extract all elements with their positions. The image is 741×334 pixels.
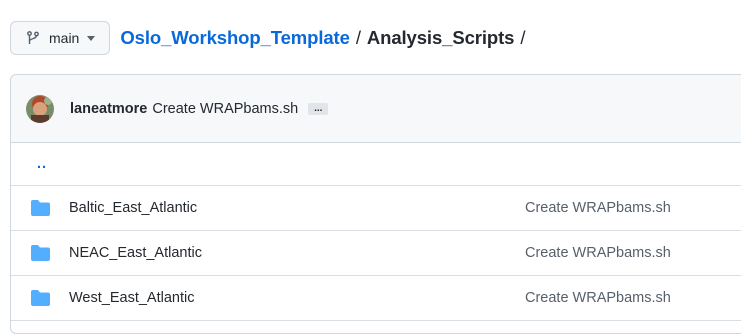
parent-directory-row[interactable]: .. xyxy=(11,143,741,186)
git-branch-icon xyxy=(25,30,41,46)
commit-message-link[interactable]: Create WRAPbams.sh xyxy=(152,101,298,117)
table-row: NEAC_East_Atlantic Create WRAPbams.sh xyxy=(11,231,741,276)
breadcrumb-current-directory: Analysis_Scripts xyxy=(366,27,515,48)
parent-directory-link[interactable]: .. xyxy=(37,156,47,172)
folder-icon xyxy=(31,290,50,306)
commit-author-link[interactable]: laneatmore xyxy=(70,101,147,117)
table-row: Baltic_East_Atlantic Create WRAPbams.sh xyxy=(11,186,741,231)
commit-message-link[interactable]: Create WRAPbams.sh xyxy=(525,200,671,216)
caret-down-icon xyxy=(87,34,96,42)
commit-message-link[interactable]: Create WRAPbams.sh xyxy=(525,245,671,261)
directory-link[interactable]: NEAC_East_Atlantic xyxy=(69,245,202,261)
breadcrumb-separator: / xyxy=(355,27,361,48)
folder-icon xyxy=(31,200,50,216)
commit-ellipsis-button[interactable]: ... xyxy=(308,102,329,115)
breadcrumb-repo-link[interactable]: Oslo_Workshop_Template xyxy=(120,27,350,49)
directory-link[interactable]: Baltic_East_Atlantic xyxy=(69,200,197,216)
breadcrumb: Oslo_Workshop_Template / Analysis_Script… xyxy=(120,27,531,49)
folder-icon xyxy=(31,245,50,261)
avatar[interactable] xyxy=(26,94,54,123)
branch-select-button[interactable]: main xyxy=(10,21,111,55)
directory-link[interactable]: West_East_Atlantic xyxy=(69,290,194,306)
table-row: West_East_Atlantic Create WRAPbams.sh xyxy=(11,276,741,321)
file-browser: laneatmore Create WRAPbams.sh ... .. Bal… xyxy=(10,74,741,334)
top-bar: main Oslo_Workshop_Template / Analysis_S… xyxy=(10,19,531,57)
latest-commit-bar: laneatmore Create WRAPbams.sh ... xyxy=(11,75,741,143)
branch-label: main xyxy=(49,30,80,46)
breadcrumb-separator: / xyxy=(520,27,526,48)
commit-message-link[interactable]: Create WRAPbams.sh xyxy=(525,290,671,306)
